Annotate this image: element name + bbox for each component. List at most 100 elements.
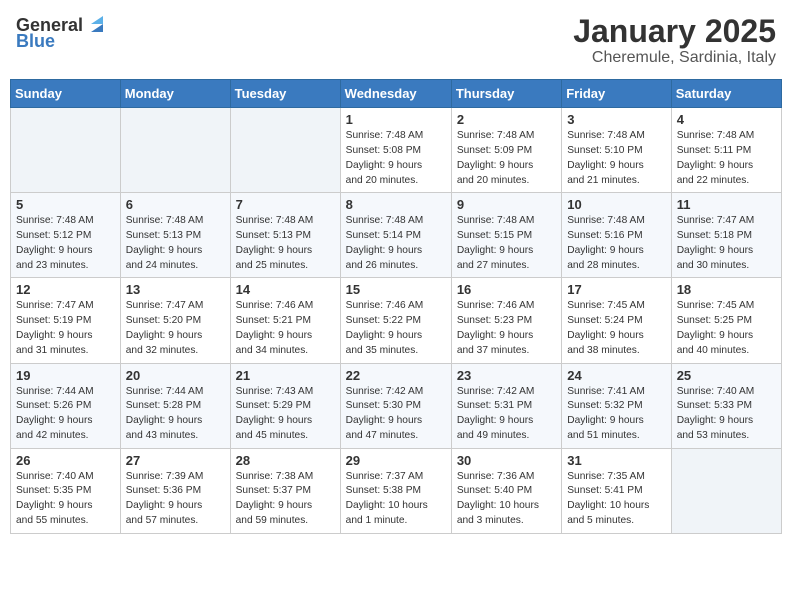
day-number: 11	[677, 197, 776, 212]
day-info: Sunrise: 7:41 AM Sunset: 5:32 PM Dayligh…	[567, 385, 665, 444]
calendar-cell: 21 Sunrise: 7:43 AM Sunset: 5:29 PM Dayli…	[230, 363, 340, 448]
day-info: Sunrise: 7:48 AM Sunset: 5:13 PM Dayligh…	[236, 214, 335, 273]
calendar-cell: 30 Sunrise: 7:36 AM Sunset: 5:40 PM Dayli…	[451, 448, 561, 533]
day-number: 16	[457, 282, 556, 297]
calendar-cell: 22Sunrise: 7:42 AM Sunset: 5:30 PM Dayli…	[340, 363, 451, 448]
calendar-cell: 12Sunrise: 7:47 AM Sunset: 5:19 PM Dayli…	[11, 278, 121, 363]
day-info: Sunrise: 7:45 AM Sunset: 5:24 PM Dayligh…	[567, 299, 665, 358]
day-number: 5	[16, 197, 115, 212]
calendar-cell: 14 Sunrise: 7:46 AM Sunset: 5:21 PM Dayli…	[230, 278, 340, 363]
calendar-cell: 11Sunrise: 7:47 AM Sunset: 5:18 PM Dayli…	[671, 193, 781, 278]
day-number: 25	[677, 368, 776, 383]
weekday-header-saturday: Saturday	[671, 80, 781, 108]
day-number: 17	[567, 282, 665, 297]
day-number: 26	[16, 453, 115, 468]
calendar-table: SundayMondayTuesdayWednesdayThursdayFrid…	[10, 79, 782, 534]
day-info: Sunrise: 7:48 AM Sunset: 5:16 PM Dayligh…	[567, 214, 665, 273]
day-info: Sunrise: 7:48 AM Sunset: 5:10 PM Dayligh…	[567, 129, 665, 188]
day-number: 1	[346, 112, 446, 127]
day-number: 28	[236, 453, 335, 468]
day-number: 7	[236, 197, 335, 212]
calendar-cell	[11, 108, 121, 193]
calendar-subtitle: Cheremule, Sardinia, Italy	[573, 49, 776, 67]
day-number: 14	[236, 282, 335, 297]
weekday-header-monday: Monday	[120, 80, 230, 108]
day-info: Sunrise: 7:48 AM Sunset: 5:11 PM Dayligh…	[677, 129, 776, 188]
weekday-header-row: SundayMondayTuesdayWednesdayThursdayFrid…	[11, 80, 782, 108]
calendar-week-row: 12Sunrise: 7:47 AM Sunset: 5:19 PM Dayli…	[11, 278, 782, 363]
day-info: Sunrise: 7:44 AM Sunset: 5:26 PM Dayligh…	[16, 385, 115, 444]
calendar-week-row: 26Sunrise: 7:40 AM Sunset: 5:35 PM Dayli…	[11, 448, 782, 533]
day-number: 27	[126, 453, 225, 468]
calendar-cell: 23 Sunrise: 7:42 AM Sunset: 5:31 PM Dayli…	[451, 363, 561, 448]
day-number: 6	[126, 197, 225, 212]
day-info: Sunrise: 7:42 AM Sunset: 5:31 PM Dayligh…	[457, 385, 556, 444]
page-header: General Blue January 2025 Cheremule, Sar…	[10, 10, 782, 71]
calendar-cell	[671, 448, 781, 533]
calendar-cell: 1 Sunrise: 7:48 AM Sunset: 5:08 PM Daylig…	[340, 108, 451, 193]
calendar-cell: 3Sunrise: 7:48 AM Sunset: 5:10 PM Daylig…	[562, 108, 671, 193]
weekday-header-tuesday: Tuesday	[230, 80, 340, 108]
day-number: 23	[457, 368, 556, 383]
day-number: 29	[346, 453, 446, 468]
calendar-cell: 28 Sunrise: 7:38 AM Sunset: 5:37 PM Dayli…	[230, 448, 340, 533]
day-info: Sunrise: 7:39 AM Sunset: 5:36 PM Dayligh…	[126, 470, 225, 529]
day-info: Sunrise: 7:42 AM Sunset: 5:30 PM Dayligh…	[346, 385, 446, 444]
day-info: Sunrise: 7:38 AM Sunset: 5:37 PM Dayligh…	[236, 470, 335, 529]
calendar-cell: 13Sunrise: 7:47 AM Sunset: 5:20 PM Dayli…	[120, 278, 230, 363]
day-number: 2	[457, 112, 556, 127]
calendar-cell	[230, 108, 340, 193]
weekday-header-wednesday: Wednesday	[340, 80, 451, 108]
day-number: 12	[16, 282, 115, 297]
calendar-cell: 2 Sunrise: 7:48 AM Sunset: 5:09 PM Daylig…	[451, 108, 561, 193]
day-number: 15	[346, 282, 446, 297]
calendar-week-row: 5 Sunrise: 7:48 AM Sunset: 5:12 PM Daylig…	[11, 193, 782, 278]
day-number: 4	[677, 112, 776, 127]
calendar-cell: 19Sunrise: 7:44 AM Sunset: 5:26 PM Dayli…	[11, 363, 121, 448]
day-info: Sunrise: 7:48 AM Sunset: 5:14 PM Dayligh…	[346, 214, 446, 273]
calendar-cell: 29Sunrise: 7:37 AM Sunset: 5:38 PM Dayli…	[340, 448, 451, 533]
calendar-cell: 25 Sunrise: 7:40 AM Sunset: 5:33 PM Dayli…	[671, 363, 781, 448]
day-info: Sunrise: 7:40 AM Sunset: 5:33 PM Dayligh…	[677, 385, 776, 444]
day-number: 20	[126, 368, 225, 383]
calendar-cell: 4 Sunrise: 7:48 AM Sunset: 5:11 PM Daylig…	[671, 108, 781, 193]
day-info: Sunrise: 7:45 AM Sunset: 5:25 PM Dayligh…	[677, 299, 776, 358]
calendar-cell: 5 Sunrise: 7:48 AM Sunset: 5:12 PM Daylig…	[11, 193, 121, 278]
day-info: Sunrise: 7:43 AM Sunset: 5:29 PM Dayligh…	[236, 385, 335, 444]
calendar-cell: 20Sunrise: 7:44 AM Sunset: 5:28 PM Dayli…	[120, 363, 230, 448]
calendar-cell	[120, 108, 230, 193]
weekday-header-friday: Friday	[562, 80, 671, 108]
calendar-cell: 10 Sunrise: 7:48 AM Sunset: 5:16 PM Dayli…	[562, 193, 671, 278]
day-info: Sunrise: 7:36 AM Sunset: 5:40 PM Dayligh…	[457, 470, 556, 529]
day-number: 30	[457, 453, 556, 468]
calendar-cell: 31Sunrise: 7:35 AM Sunset: 5:41 PM Dayli…	[562, 448, 671, 533]
calendar-cell: 18Sunrise: 7:45 AM Sunset: 5:25 PM Dayli…	[671, 278, 781, 363]
day-info: Sunrise: 7:48 AM Sunset: 5:12 PM Dayligh…	[16, 214, 115, 273]
day-number: 9	[457, 197, 556, 212]
day-number: 31	[567, 453, 665, 468]
day-number: 10	[567, 197, 665, 212]
day-info: Sunrise: 7:48 AM Sunset: 5:15 PM Dayligh…	[457, 214, 556, 273]
calendar-cell: 24Sunrise: 7:41 AM Sunset: 5:32 PM Dayli…	[562, 363, 671, 448]
calendar-cell: 6Sunrise: 7:48 AM Sunset: 5:13 PM Daylig…	[120, 193, 230, 278]
day-info: Sunrise: 7:48 AM Sunset: 5:08 PM Dayligh…	[346, 129, 446, 188]
calendar-week-row: 19Sunrise: 7:44 AM Sunset: 5:26 PM Dayli…	[11, 363, 782, 448]
day-info: Sunrise: 7:48 AM Sunset: 5:09 PM Dayligh…	[457, 129, 556, 188]
logo: General Blue	[16, 14, 107, 50]
calendar-cell: 15 Sunrise: 7:46 AM Sunset: 5:22 PM Dayli…	[340, 278, 451, 363]
weekday-header-thursday: Thursday	[451, 80, 561, 108]
logo-icon	[85, 14, 107, 36]
calendar-cell: 27 Sunrise: 7:39 AM Sunset: 5:36 PM Dayli…	[120, 448, 230, 533]
weekday-header-sunday: Sunday	[11, 80, 121, 108]
day-number: 8	[346, 197, 446, 212]
calendar-cell: 9 Sunrise: 7:48 AM Sunset: 5:15 PM Daylig…	[451, 193, 561, 278]
day-info: Sunrise: 7:46 AM Sunset: 5:23 PM Dayligh…	[457, 299, 556, 358]
calendar-week-row: 1 Sunrise: 7:48 AM Sunset: 5:08 PM Daylig…	[11, 108, 782, 193]
day-info: Sunrise: 7:46 AM Sunset: 5:21 PM Dayligh…	[236, 299, 335, 358]
calendar-cell: 8 Sunrise: 7:48 AM Sunset: 5:14 PM Daylig…	[340, 193, 451, 278]
calendar-title: January 2025	[573, 14, 776, 49]
calendar-cell: 7 Sunrise: 7:48 AM Sunset: 5:13 PM Daylig…	[230, 193, 340, 278]
day-info: Sunrise: 7:46 AM Sunset: 5:22 PM Dayligh…	[346, 299, 446, 358]
day-info: Sunrise: 7:47 AM Sunset: 5:20 PM Dayligh…	[126, 299, 225, 358]
day-number: 21	[236, 368, 335, 383]
